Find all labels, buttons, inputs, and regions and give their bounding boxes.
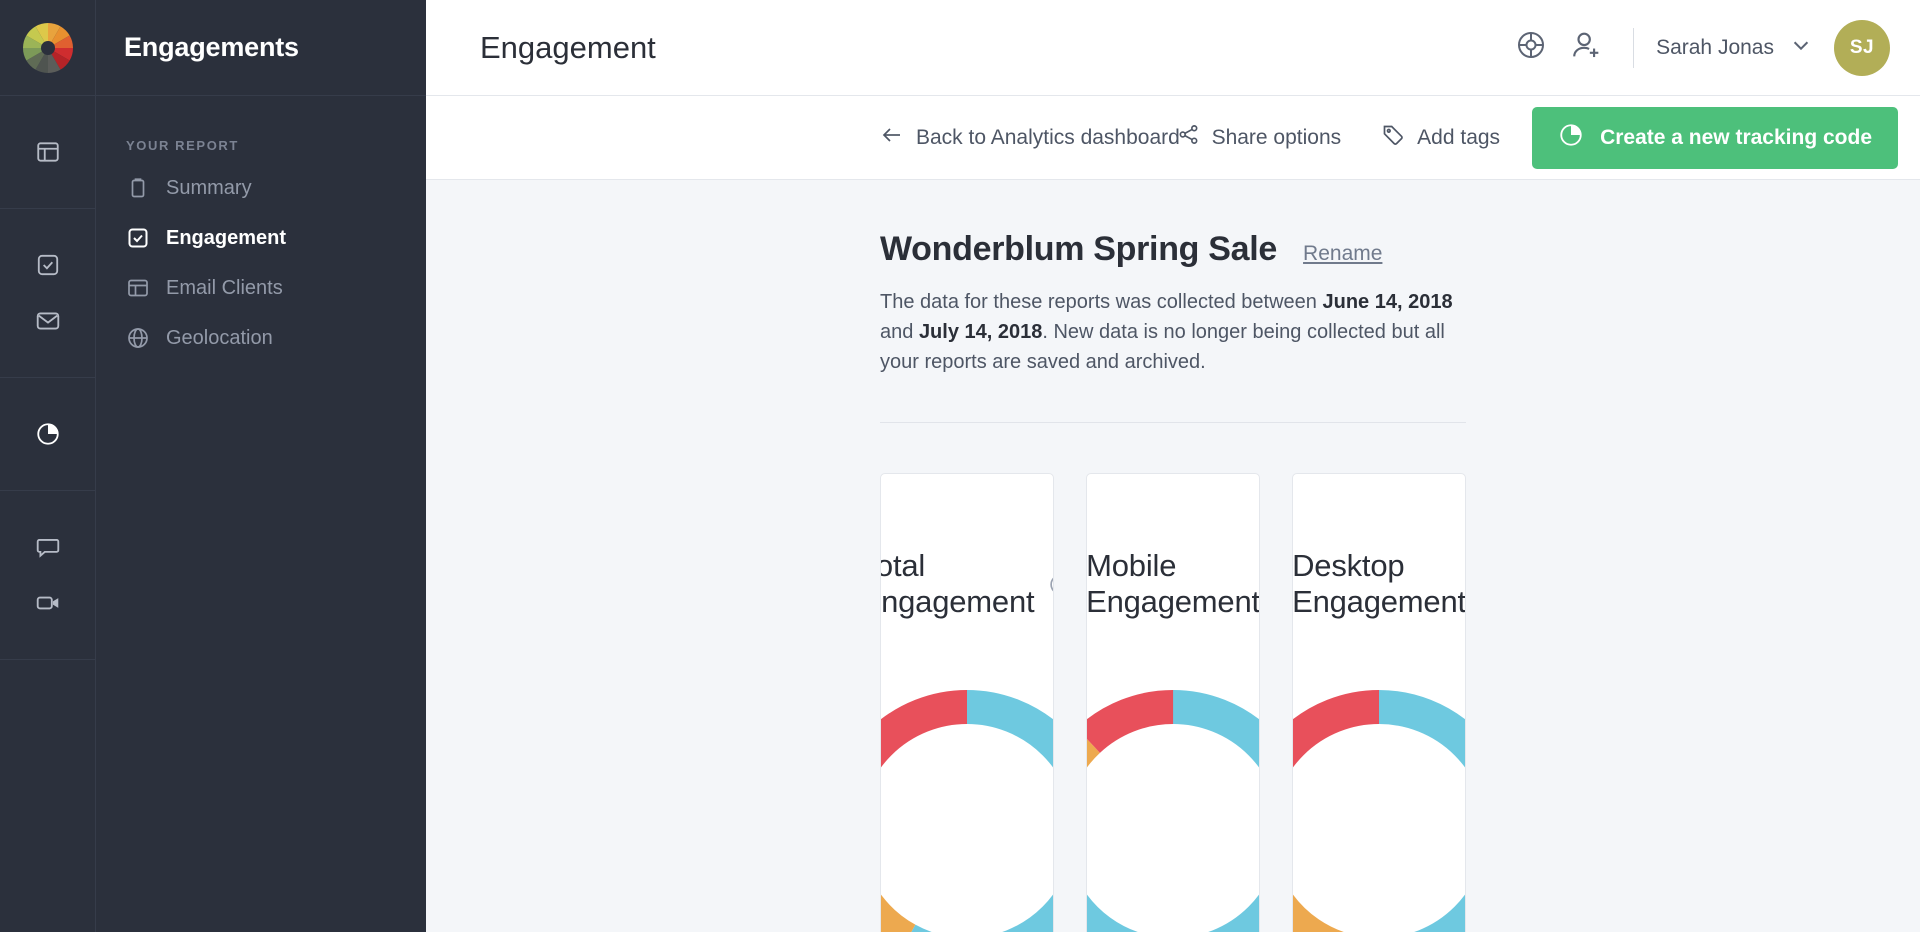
action-bar: Back to Analytics dashboard Share option… [426,96,1920,180]
rail-group-1 [0,96,95,209]
sidebar-item-label: Email Clients [166,276,283,299]
desc-part-2: and [880,321,919,343]
share-nodes-icon [1177,123,1200,152]
report-header: Wonderblum Spring Sale Rename [880,180,1466,269]
sidebar-item-label: Engagement [166,226,287,249]
card-title-label: Total Engagement [881,548,1035,619]
sidebar-item-label: Summary [166,176,252,199]
card-title-label: Mobile Engagement [1086,548,1260,619]
rail-item-dashboard[interactable] [0,124,96,180]
dashboard-icon [35,139,61,165]
rail-group-3 [0,378,95,491]
card-title: Desktop Engagement [1292,548,1466,620]
chat-bubble-icon [35,534,61,560]
top-bar-right: Sarah Jonas SJ [1503,19,1890,76]
sidebar-section-label: YOUR REPORT [126,138,239,153]
sidebar-item-engagement[interactable]: Engagement [96,213,426,263]
desc-date-end: July 14, 2018 [918,321,1043,343]
globe-icon [126,326,150,350]
desc-date-start: June 14, 2018 [1322,291,1453,313]
create-tracking-code-label: Create a new tracking code [1600,125,1872,149]
user-name: Sarah Jonas [1656,35,1774,59]
sidebar-item-summary[interactable]: Summary [96,163,426,213]
create-tracking-code-button[interactable]: Create a new tracking code [1532,106,1898,169]
card-mobile-engagement: Mobile Engagement [1086,473,1260,932]
share-options-button[interactable]: Share options [1157,123,1362,152]
clipboard-icon [126,176,150,200]
mail-icon [35,308,61,334]
color-wheel-logo [22,22,74,74]
rail-item-chat[interactable] [0,519,96,575]
rail-item-campaigns[interactable] [0,237,96,293]
add-tags-button[interactable]: Add tags [1361,123,1520,153]
checkbox-icon [35,252,61,278]
report-title: Wonderblum Spring Sale [880,230,1278,268]
support-button[interactable] [1503,20,1559,76]
rename-link[interactable]: Rename [1303,242,1382,266]
donut-chart-total [881,676,1053,932]
add-user-button[interactable] [1559,20,1615,76]
content-area: Wonderblum Spring Sale Rename The data f… [426,180,1920,932]
action-bar-actions: Share options Add tags Create a new trac… [1157,106,1898,169]
donut-chart-desktop [1293,676,1465,932]
tag-icon [1381,123,1405,153]
donut-chart-mobile [1087,676,1259,932]
avatar[interactable]: SJ [1834,19,1890,76]
main-area: Engagement Sarah Jonas SJ Back to Analyt… [426,0,1920,932]
card-title-label: Desktop Engagement [1292,548,1466,619]
back-link-label: Back to Analytics dashboard [916,125,1180,149]
rail-item-video[interactable] [0,575,96,631]
table-layout-icon [126,276,150,300]
sidebar: Engagements YOUR REPORT Summary Engageme… [96,0,426,932]
rail-group-2 [0,209,95,378]
sidebar-item-geolocation[interactable]: Geolocation [96,313,426,363]
top-bar: Engagement Sarah Jonas SJ [426,0,1920,96]
life-ring-icon [1515,29,1547,66]
sidebar-title: Engagements [124,32,299,62]
pie-chart-icon [1558,122,1584,154]
rail-item-analytics[interactable] [0,406,96,462]
icon-rail [0,0,96,932]
sidebar-header: Engagements [96,0,426,96]
video-camera-icon [35,590,61,616]
card-total-engagement: Total Engagement [880,473,1054,932]
pie-chart-icon [35,421,61,447]
desc-part-1: The data for these reports was collected… [880,291,1323,313]
chevron-down-icon [1790,34,1812,61]
card-title: Total Engagement [881,548,1053,620]
card-desktop-engagement: Desktop Engagement [1292,473,1466,932]
app-root: Engagements YOUR REPORT Summary Engageme… [0,0,1920,932]
add-tags-label: Add tags [1417,125,1501,149]
back-to-dashboard-link[interactable]: Back to Analytics dashboard [880,123,1180,153]
report-description: The data for these reports was collected… [880,287,1466,377]
sidebar-item-email-clients[interactable]: Email Clients [96,263,426,313]
user-menu-button[interactable] [1790,34,1812,61]
share-options-label: Share options [1211,125,1342,149]
card-title: Mobile Engagement [1086,548,1260,620]
app-logo[interactable] [0,0,95,96]
rail-group-4 [0,491,95,660]
arrow-left-icon [880,123,904,153]
question-circle-icon[interactable] [1048,572,1053,597]
page-title: Engagement [480,29,656,65]
rail-item-email[interactable] [0,293,96,349]
rail-spacer [0,660,95,932]
checkbox-checked-icon [126,226,150,250]
divider [1633,27,1635,68]
add-user-icon [1570,28,1604,67]
sidebar-item-label: Geolocation [166,326,273,349]
engagement-cards: Total Engagement [880,423,1466,932]
